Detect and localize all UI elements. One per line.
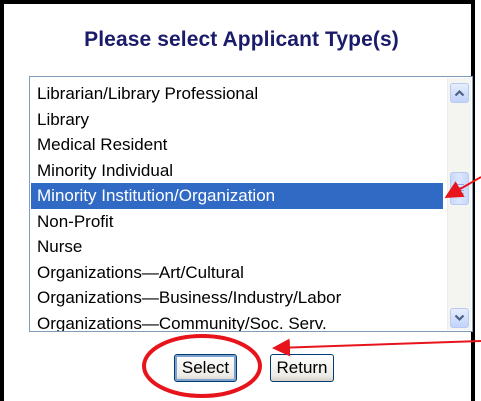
list-item-minority-individual[interactable]: Minority Individual	[31, 158, 443, 184]
list-item-nurse[interactable]: Nurse	[31, 234, 443, 260]
grip-line	[455, 189, 464, 191]
list-item-org-business[interactable]: Organizations—Business/Industry/Labor	[31, 285, 443, 311]
select-button[interactable]: Select	[174, 354, 237, 382]
scroll-thumb[interactable]	[450, 172, 469, 205]
grip-line	[455, 192, 464, 194]
list-item-library[interactable]: Library	[31, 107, 443, 133]
chevron-down-icon	[454, 309, 465, 327]
grip-line	[455, 186, 464, 188]
grip-line	[455, 183, 464, 185]
scroll-up-button[interactable]	[450, 83, 469, 103]
list-item-non-profit[interactable]: Non-Profit	[31, 209, 443, 235]
list-item-minority-institution[interactable]: Minority Institution/Organization	[31, 183, 443, 209]
chevron-up-icon	[454, 84, 465, 102]
applicant-type-listbox[interactable]: Librarian/Library Professional Library M…	[29, 76, 473, 332]
list-item-librarian[interactable]: Librarian/Library Professional	[31, 81, 443, 107]
list-item-org-community[interactable]: Organizations—Community/Soc. Serv.	[31, 311, 443, 332]
page-title: Please select Applicant Type(s)	[84, 28, 399, 51]
list-item-medical-resident[interactable]: Medical Resident	[31, 132, 443, 158]
list-item-org-art-cultural[interactable]: Organizations—Art/Cultural	[31, 260, 443, 286]
return-button[interactable]: Return	[270, 354, 334, 382]
applicant-type-options: Librarian/Library Professional Library M…	[31, 81, 443, 332]
scroll-down-button[interactable]	[450, 308, 469, 328]
listbox-scrollbar[interactable]	[447, 78, 471, 330]
action-buttons: Select Return	[4, 354, 479, 384]
applicant-type-panel: Please select Applicant Type(s) Libraria…	[0, 0, 475, 401]
